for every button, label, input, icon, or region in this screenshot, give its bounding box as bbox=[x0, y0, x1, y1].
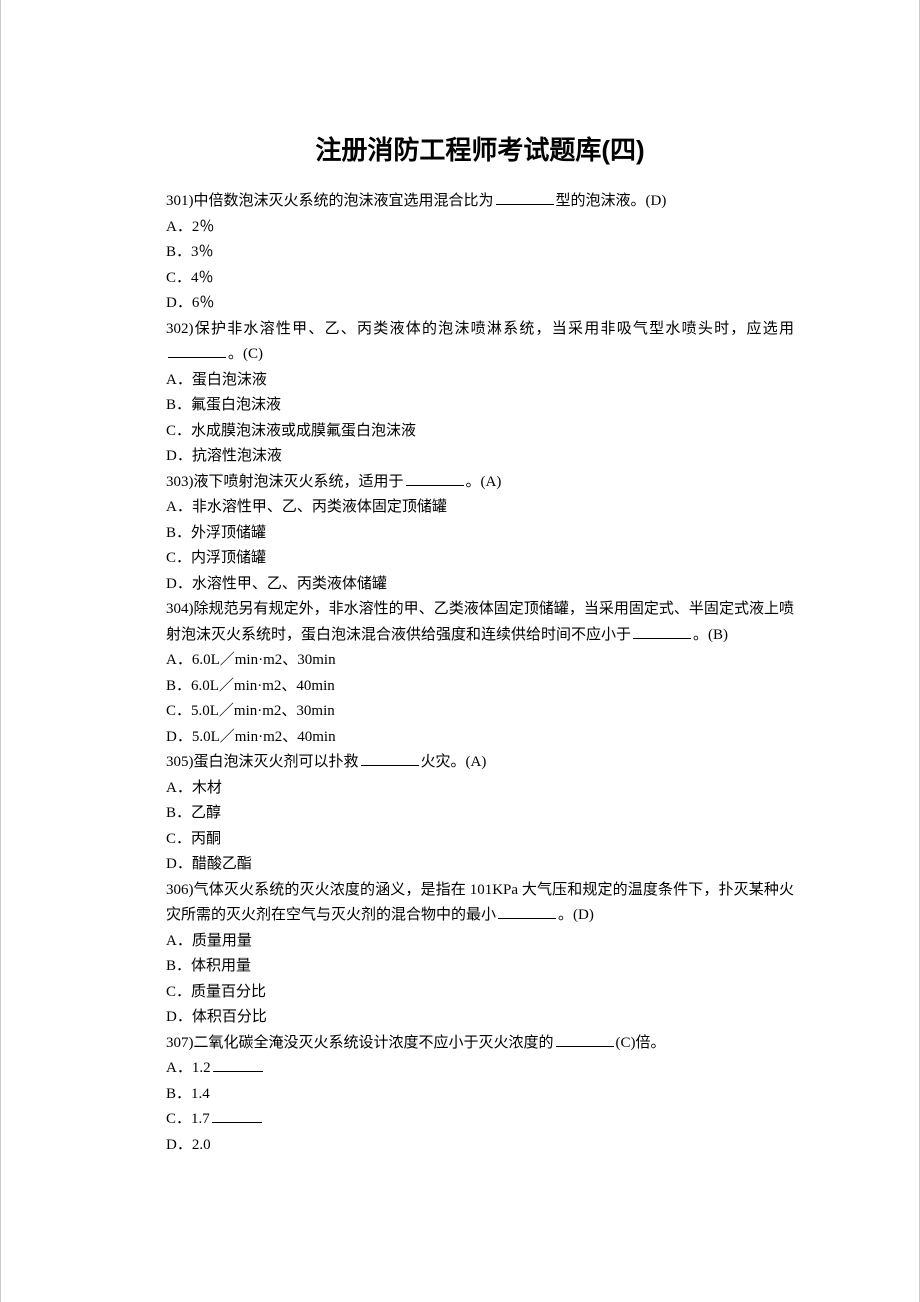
question-option: A．非水溶性甲、乙、丙类液体固定顶储罐 bbox=[166, 495, 794, 521]
option-text: C．4％ bbox=[166, 270, 214, 286]
option-text: D．5.0L／min·m2、40min bbox=[166, 729, 336, 745]
question-number: 302) bbox=[166, 321, 194, 337]
option-text: B．乙醇 bbox=[166, 805, 221, 821]
option-text: C．丙酮 bbox=[166, 831, 221, 847]
question-text-pre: 液下喷射泡沫灭火系统，适用于 bbox=[194, 474, 404, 490]
fill-blank bbox=[498, 905, 556, 920]
question-text-post: 。(C) bbox=[228, 346, 263, 362]
fill-blank bbox=[556, 1032, 614, 1047]
question-option: D．5.0L／min·m2、40min bbox=[166, 725, 794, 751]
option-text: A．木材 bbox=[166, 780, 222, 796]
document-title: 注册消防工程师考试题库(四) bbox=[166, 130, 794, 167]
fill-blank bbox=[168, 344, 226, 359]
question-option: B．氟蛋白泡沫液 bbox=[166, 393, 794, 419]
question-option: D．6％ bbox=[166, 291, 794, 317]
question-number: 304) bbox=[166, 601, 194, 617]
question-stem: 306)气体灭火系统的灭火浓度的涵义，是指在 101KPa 大气压和规定的温度条… bbox=[166, 878, 794, 929]
fill-blank bbox=[406, 471, 464, 486]
question-option: A．2％ bbox=[166, 215, 794, 241]
option-text: D．6％ bbox=[166, 295, 214, 311]
question-option: B．1.4 bbox=[166, 1082, 794, 1108]
option-text: B．6.0L／min·m2、40min bbox=[166, 678, 335, 694]
question-text-post: 。(A) bbox=[466, 474, 502, 490]
question-text-post: 型的泡沫液。(D) bbox=[556, 193, 667, 209]
question-option: D．抗溶性泡沫液 bbox=[166, 444, 794, 470]
question-option: A．6.0L／min·m2、30min bbox=[166, 648, 794, 674]
question-stem: 301)中倍数泡沫灭火系统的泡沫液宜选用混合比为 型的泡沫液。(D) bbox=[166, 189, 794, 215]
question-text-pre: 保护非水溶性甲、乙、丙类液体的泡沫喷淋系统，当采用非吸气型水喷头时，应选用 bbox=[194, 321, 795, 337]
question-stem: 307)二氧化碳全淹没灭火系统设计浓度不应小于灭火浓度的 (C)倍。 bbox=[166, 1031, 794, 1057]
question-text-pre: 二氧化碳全淹没灭火系统设计浓度不应小于灭火浓度的 bbox=[194, 1035, 554, 1051]
option-text: B．外浮顶储罐 bbox=[166, 525, 266, 541]
fill-blank bbox=[361, 752, 419, 767]
question-text-post: 火灾。(A) bbox=[421, 754, 487, 770]
question-number: 306) bbox=[166, 882, 194, 898]
question-text-pre: 蛋白泡沫灭火剂可以扑救 bbox=[194, 754, 359, 770]
option-text: C．内浮顶储罐 bbox=[166, 550, 266, 566]
question-option: C．水成膜泡沫液或成膜氟蛋白泡沫液 bbox=[166, 419, 794, 445]
option-text: C．质量百分比 bbox=[166, 984, 266, 1000]
question-option: A．质量用量 bbox=[166, 929, 794, 955]
question-number: 303) bbox=[166, 474, 194, 490]
question-option: B．体积用量 bbox=[166, 954, 794, 980]
question-stem: 304)除规范另有规定外，非水溶性的甲、乙类液体固定顶储罐，当采用固定式、半固定… bbox=[166, 597, 794, 648]
option-text: A．质量用量 bbox=[166, 933, 252, 949]
option-text: A．1.2 bbox=[166, 1060, 211, 1076]
document-page: 注册消防工程师考试题库(四) 301)中倍数泡沫灭火系统的泡沫液宜选用混合比为 型… bbox=[0, 0, 920, 1302]
fill-blank bbox=[212, 1109, 262, 1124]
option-text: D．抗溶性泡沫液 bbox=[166, 448, 282, 464]
option-text: D．2.0 bbox=[166, 1137, 211, 1153]
question-stem: 305)蛋白泡沫灭火剂可以扑救 火灾。(A) bbox=[166, 750, 794, 776]
question-text-pre: 中倍数泡沫灭火系统的泡沫液宜选用混合比为 bbox=[194, 193, 494, 209]
option-text: B．氟蛋白泡沫液 bbox=[166, 397, 281, 413]
question-text-post: (C)倍。 bbox=[616, 1035, 666, 1051]
question-stem: 303)液下喷射泡沫灭火系统，适用于 。(A) bbox=[166, 470, 794, 496]
question-option: C．丙酮 bbox=[166, 827, 794, 853]
question-option: A．1.2 bbox=[166, 1056, 794, 1082]
fill-blank bbox=[633, 624, 691, 639]
option-text: A．非水溶性甲、乙、丙类液体固定顶储罐 bbox=[166, 499, 447, 515]
question-option: D．2.0 bbox=[166, 1133, 794, 1159]
question-option: C．质量百分比 bbox=[166, 980, 794, 1006]
question-option: B．6.0L／min·m2、40min bbox=[166, 674, 794, 700]
question-option: D．水溶性甲、乙、丙类液体储罐 bbox=[166, 572, 794, 598]
question-option: D．体积百分比 bbox=[166, 1005, 794, 1031]
option-text: A．6.0L／min·m2、30min bbox=[166, 652, 336, 668]
question-option: B．3％ bbox=[166, 240, 794, 266]
option-text: D．体积百分比 bbox=[166, 1009, 267, 1025]
option-text: B．体积用量 bbox=[166, 958, 251, 974]
question-option: B．外浮顶储罐 bbox=[166, 521, 794, 547]
question-option: C．5.0L／min·m2、30min bbox=[166, 699, 794, 725]
question-option: A．蛋白泡沫液 bbox=[166, 368, 794, 394]
question-option: A．木材 bbox=[166, 776, 794, 802]
option-text: D．醋酸乙酯 bbox=[166, 856, 252, 872]
question-option: D．醋酸乙酯 bbox=[166, 852, 794, 878]
question-text-post: 。(B) bbox=[693, 627, 728, 643]
question-number: 307) bbox=[166, 1035, 194, 1051]
option-text: C．5.0L／min·m2、30min bbox=[166, 703, 335, 719]
question-text-post: 。(D) bbox=[558, 907, 594, 923]
question-number: 301) bbox=[166, 193, 194, 209]
question-number: 305) bbox=[166, 754, 194, 770]
option-text: A．2％ bbox=[166, 219, 214, 235]
option-text: B．3％ bbox=[166, 244, 214, 260]
question-option: B．乙醇 bbox=[166, 801, 794, 827]
question-option: C．1.7 bbox=[166, 1107, 794, 1133]
fill-blank bbox=[213, 1058, 263, 1073]
option-text: A．蛋白泡沫液 bbox=[166, 372, 267, 388]
option-text: B．1.4 bbox=[166, 1086, 210, 1102]
fill-blank bbox=[496, 191, 554, 206]
question-option: C．内浮顶储罐 bbox=[166, 546, 794, 572]
document-body: 301)中倍数泡沫灭火系统的泡沫液宜选用混合比为 型的泡沫液。(D) A．2％ B．3… bbox=[166, 189, 794, 1158]
question-option: C．4％ bbox=[166, 266, 794, 292]
option-text: D．水溶性甲、乙、丙类液体储罐 bbox=[166, 576, 387, 592]
option-text: C．水成膜泡沫液或成膜氟蛋白泡沫液 bbox=[166, 423, 416, 439]
question-text-pre: 气体灭火系统的灭火浓度的涵义，是指在 101KPa 大气压和规定的温度条件下，扑… bbox=[166, 882, 794, 924]
question-stem: 302)保护非水溶性甲、乙、丙类液体的泡沫喷淋系统，当采用非吸气型水喷头时，应选… bbox=[166, 317, 794, 368]
option-text: C．1.7 bbox=[166, 1111, 210, 1127]
